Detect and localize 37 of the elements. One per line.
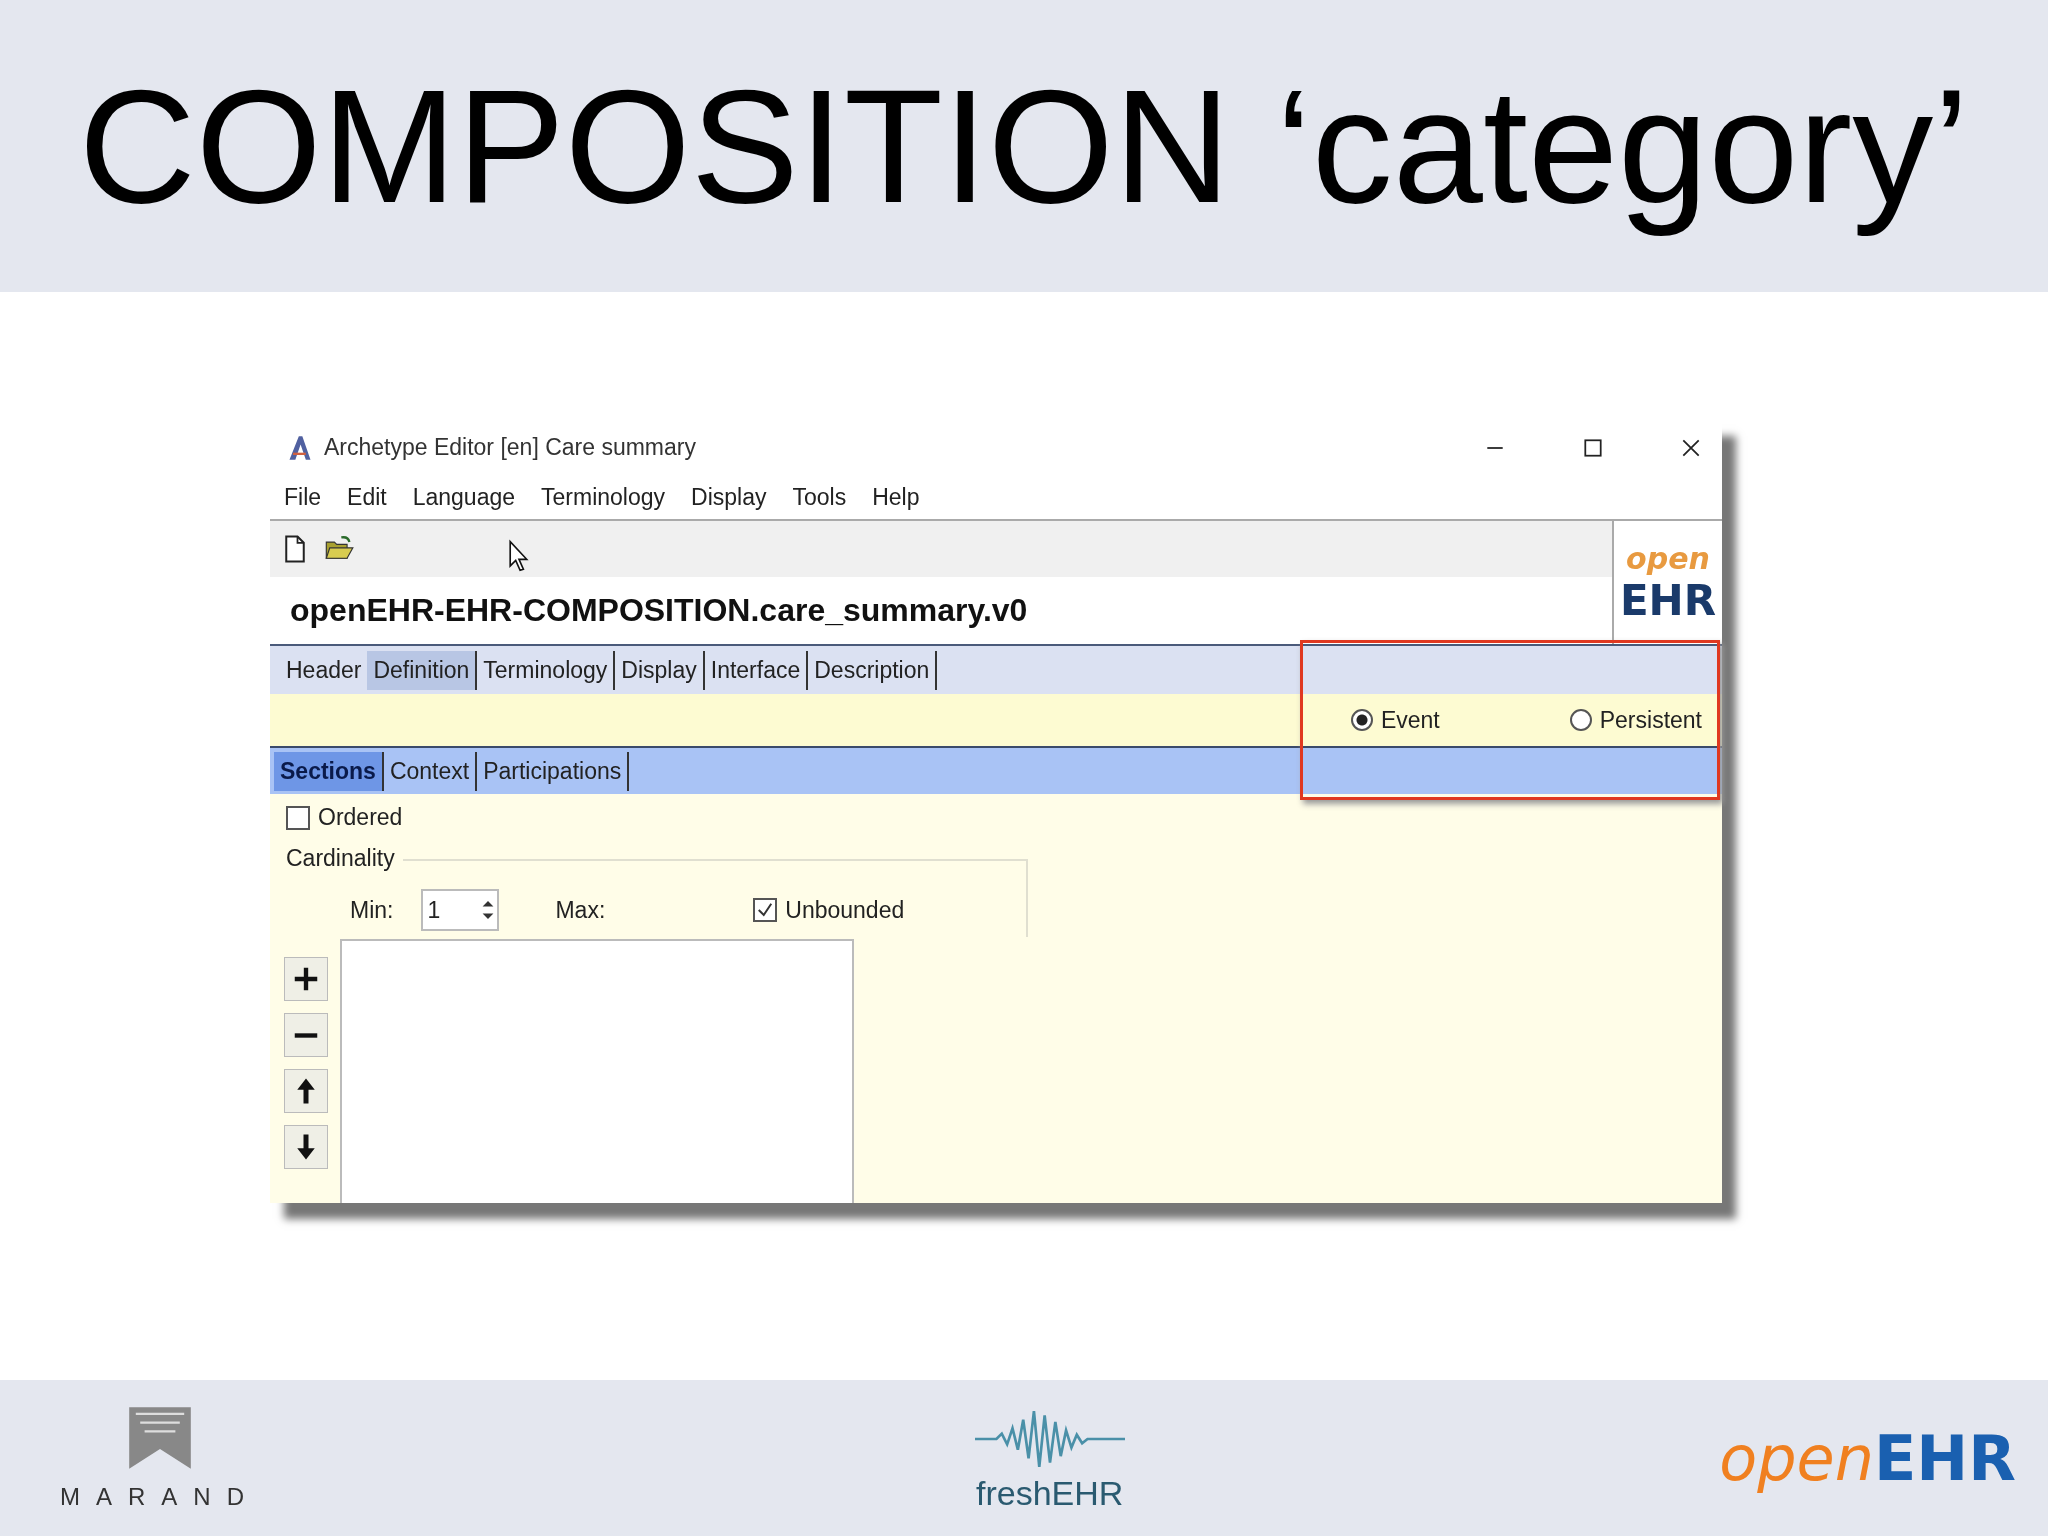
ordered-checkbox[interactable]: Ordered: [286, 804, 1722, 831]
unbounded-checkbox[interactable]: Unbounded: [753, 896, 905, 924]
tab[interactable]: Header: [280, 650, 368, 690]
menu-item[interactable]: Edit: [347, 483, 387, 511]
menu-item[interactable]: Help: [872, 483, 920, 511]
cursor-icon: [508, 539, 530, 573]
min-spinner[interactable]: 1: [421, 889, 500, 931]
menu-item[interactable]: Display: [691, 483, 767, 511]
radio-option[interactable]: Persistent: [1569, 706, 1702, 734]
min-label: Min:: [350, 896, 394, 924]
maximize-icon[interactable]: [1582, 436, 1604, 459]
menu-item[interactable]: Language: [412, 483, 516, 511]
tab[interactable]: Sections: [274, 751, 384, 791]
marand-logo: MARAND: [60, 1405, 260, 1511]
openehr-logo: open EHR: [1612, 521, 1722, 644]
window-title: Archetype Editor [en] Care summary: [324, 434, 696, 461]
group-title: Cardinality: [286, 845, 403, 872]
tab[interactable]: Definition: [367, 650, 478, 690]
slide-title: COMPOSITION ‘category’: [78, 54, 1970, 238]
menu-item[interactable]: Terminology: [541, 483, 666, 511]
freshehr-logo: freshEHR: [974, 1403, 1125, 1513]
radio-option[interactable]: Event: [1350, 706, 1440, 734]
tab[interactable]: Interface: [704, 650, 809, 690]
tab[interactable]: Description: [808, 650, 938, 690]
tab[interactable]: Participations: [477, 751, 630, 791]
max-label: Max:: [555, 896, 606, 924]
menu-item[interactable]: File: [284, 483, 322, 511]
remove-button[interactable]: [284, 1013, 328, 1057]
tab[interactable]: Context: [383, 751, 478, 791]
move-up-button[interactable]: [284, 1069, 328, 1113]
move-down-button[interactable]: [284, 1125, 328, 1169]
add-button[interactable]: [284, 957, 328, 1001]
menu-item[interactable]: Tools: [792, 483, 847, 511]
archetype-id: openEHR-EHR-COMPOSITION.care_summary.v0: [290, 592, 1028, 629]
tab[interactable]: Display: [615, 650, 705, 690]
tab[interactable]: Terminology: [477, 650, 616, 690]
openehr-logo: openEHR: [1719, 1421, 2016, 1495]
